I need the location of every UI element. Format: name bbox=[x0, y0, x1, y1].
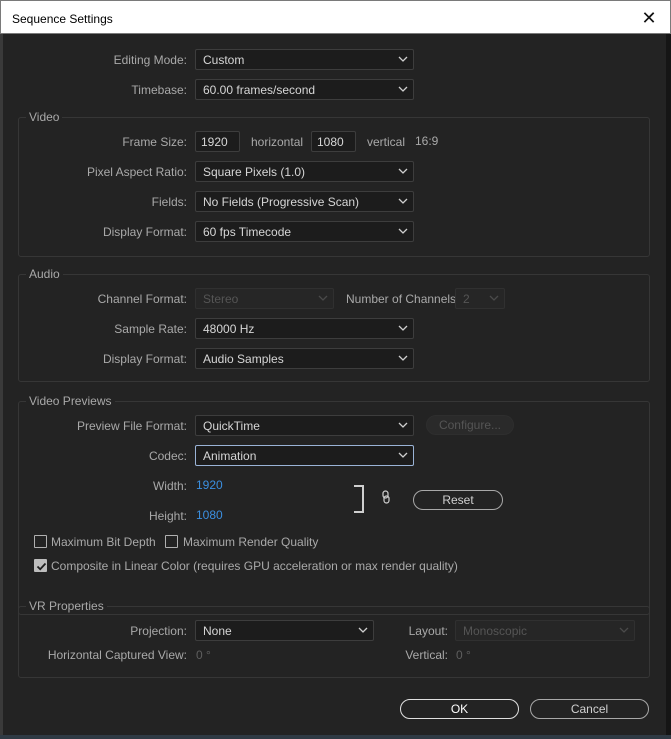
chevron-down-icon bbox=[358, 627, 368, 633]
horizontal-label: horizontal bbox=[251, 135, 304, 149]
video-previews-group-title: Video Previews bbox=[26, 394, 115, 408]
ok-button[interactable]: OK bbox=[400, 699, 519, 719]
video-display-format-value: 60 fps Timecode bbox=[203, 225, 292, 239]
max-bit-depth-label: Maximum Bit Depth bbox=[51, 535, 156, 549]
layout-value: Monoscopic bbox=[463, 624, 528, 638]
audio-display-format-dropdown[interactable]: Audio Samples bbox=[195, 348, 414, 369]
timebase-label: Timebase: bbox=[131, 83, 187, 97]
constrain-bracket bbox=[354, 485, 364, 513]
timebase-dropdown[interactable]: 60.00 frames/second bbox=[195, 79, 414, 100]
projection-dropdown[interactable]: None bbox=[195, 620, 374, 641]
layout-dropdown[interactable]: Monoscopic bbox=[455, 620, 635, 641]
projection-label: Projection: bbox=[130, 624, 187, 638]
editing-mode-dropdown[interactable]: Custom bbox=[195, 49, 414, 70]
window-edge-right bbox=[666, 34, 671, 739]
video-display-format-dropdown[interactable]: 60 fps Timecode bbox=[195, 221, 414, 242]
video-group-title: Video bbox=[26, 110, 63, 124]
vertical-view-label: Vertical: bbox=[405, 648, 448, 662]
audio-display-format-label: Display Format: bbox=[102, 352, 187, 366]
chevron-down-icon bbox=[398, 355, 408, 361]
vertical-label: vertical bbox=[367, 135, 406, 149]
fields-label: Fields: bbox=[151, 195, 187, 209]
preview-file-format-label: Preview File Format: bbox=[76, 419, 187, 433]
chevron-down-icon bbox=[489, 295, 499, 301]
audio-display-format-value: Audio Samples bbox=[203, 352, 284, 366]
chevron-down-icon bbox=[398, 452, 408, 458]
audio-group-title: Audio bbox=[26, 267, 63, 281]
pixel-aspect-ratio-dropdown[interactable]: Square Pixels (1.0) bbox=[195, 161, 414, 182]
number-of-channels-label: Number of Channels: bbox=[346, 292, 460, 306]
chevron-down-icon bbox=[318, 295, 328, 301]
codec-value: Animation bbox=[203, 449, 257, 463]
preview-height-value[interactable]: 1080 bbox=[196, 508, 223, 522]
sample-rate-value: 48000 Hz bbox=[203, 322, 255, 336]
frame-size-label: Frame Size: bbox=[122, 135, 187, 149]
preview-file-format-value: QuickTime bbox=[203, 419, 260, 433]
close-icon[interactable]: ✕ bbox=[638, 7, 660, 29]
cancel-button[interactable]: Cancel bbox=[530, 699, 649, 719]
chevron-down-icon bbox=[619, 627, 629, 633]
chevron-down-icon bbox=[398, 86, 408, 92]
composite-linear-label: Composite in Linear Color (requires GPU … bbox=[51, 559, 458, 573]
channel-format-dropdown[interactable]: Stereo bbox=[195, 288, 334, 309]
chevron-down-icon bbox=[398, 56, 408, 62]
aspect-ratio-text: 16:9 bbox=[415, 134, 439, 148]
max-render-quality-label: Maximum Render Quality bbox=[183, 535, 319, 549]
fields-value: No Fields (Progressive Scan) bbox=[203, 195, 360, 209]
dialog-title: Sequence Settings bbox=[12, 12, 113, 26]
fields-dropdown[interactable]: No Fields (Progressive Scan) bbox=[195, 191, 414, 212]
editing-mode-value: Custom bbox=[203, 53, 245, 67]
configure-button[interactable]: Configure... bbox=[426, 415, 514, 435]
checkmark-icon bbox=[36, 562, 47, 571]
chevron-down-icon bbox=[398, 422, 408, 428]
codec-dropdown[interactable]: Animation bbox=[195, 445, 414, 466]
number-of-channels-value: 2 bbox=[463, 292, 470, 306]
pixel-aspect-ratio-label: Pixel Aspect Ratio: bbox=[86, 165, 187, 179]
sample-rate-label: Sample Rate: bbox=[114, 322, 187, 336]
channel-format-label: Channel Format: bbox=[97, 292, 187, 306]
reset-button[interactable]: Reset bbox=[413, 490, 503, 510]
frame-width-input[interactable]: 1920 bbox=[195, 131, 240, 152]
projection-value: None bbox=[203, 624, 232, 638]
width-label: Width: bbox=[152, 479, 187, 493]
vertical-view-value: 0 ° bbox=[456, 648, 471, 662]
vr-properties-group: VR Properties bbox=[18, 599, 650, 678]
dialog-body: Editing Mode: Custom Timebase: 60.00 fra… bbox=[3, 34, 666, 735]
horizontal-captured-view-value: 0 ° bbox=[196, 648, 211, 662]
window-edge-bottom bbox=[0, 735, 671, 739]
layout-label: Layout: bbox=[408, 624, 448, 638]
chevron-down-icon bbox=[398, 198, 408, 204]
max-bit-depth-checkbox[interactable] bbox=[34, 535, 47, 548]
sample-rate-dropdown[interactable]: 48000 Hz bbox=[195, 318, 414, 339]
preview-file-format-dropdown[interactable]: QuickTime bbox=[195, 415, 414, 436]
vr-properties-group-title: VR Properties bbox=[26, 599, 107, 613]
pixel-aspect-ratio-value: Square Pixels (1.0) bbox=[203, 165, 306, 179]
codec-label: Codec: bbox=[148, 449, 187, 463]
channel-format-value: Stereo bbox=[203, 292, 239, 306]
chevron-down-icon bbox=[398, 168, 408, 174]
timebase-value: 60.00 frames/second bbox=[203, 83, 316, 97]
chevron-down-icon bbox=[398, 325, 408, 331]
dialog-titlebar: Sequence Settings ✕ bbox=[0, 0, 671, 34]
video-display-format-label: Display Format: bbox=[102, 225, 187, 239]
composite-linear-checkbox[interactable] bbox=[34, 559, 47, 572]
chevron-down-icon bbox=[398, 228, 408, 234]
editing-mode-label: Editing Mode: bbox=[113, 53, 187, 67]
height-label: Height: bbox=[148, 509, 187, 523]
max-render-quality-checkbox[interactable] bbox=[165, 535, 178, 548]
horizontal-captured-view-label: Horizontal Captured View: bbox=[47, 648, 187, 662]
number-of-channels-dropdown[interactable]: 2 bbox=[455, 288, 505, 309]
link-icon[interactable] bbox=[381, 490, 391, 504]
preview-width-value[interactable]: 1920 bbox=[196, 478, 223, 492]
frame-height-input[interactable]: 1080 bbox=[311, 131, 356, 152]
